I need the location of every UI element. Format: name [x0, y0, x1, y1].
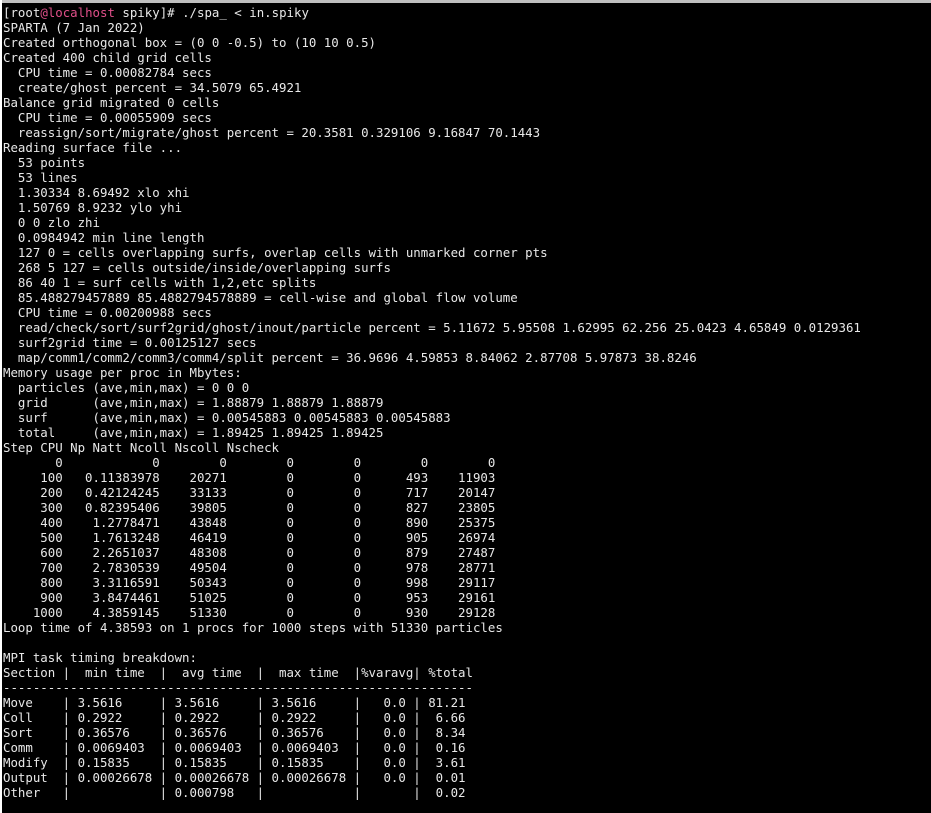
output-line: 900 3.8474461 51025 0 0 953 29161: [3, 590, 496, 605]
prompt-host: localhost: [47, 5, 115, 20]
output-line: total (ave,min,max) = 1.89425 1.89425 1.…: [3, 425, 384, 440]
output-line: surf2grid time = 0.00125127 secs: [3, 335, 257, 350]
output-line: 100 0.11383978 20271 0 0 493 11903: [3, 470, 496, 485]
output-line: CPU time = 0.00200988 secs: [3, 305, 212, 320]
output-line: 0 0 zlo zhi: [3, 215, 100, 230]
output-line: 1000 4.3859145 51330 0 0 930 29128: [3, 605, 496, 620]
output-line: CPU time = 0.00055909 secs: [3, 110, 212, 125]
output-line: Memory usage per proc in Mbytes:: [3, 365, 242, 380]
output-line: reassign/sort/migrate/ghost percent = 20…: [3, 125, 541, 140]
output-line: ----------------------------------------…: [3, 680, 473, 695]
output-line: 300 0.82395406 39805 0 0 827 23805: [3, 500, 496, 515]
output-line: SPARTA (7 Jan 2022): [3, 20, 145, 35]
shell-prompt: [root@localhost spiky]# ./spa_ < in.spik…: [3, 5, 309, 20]
output-line: Created 400 child grid cells: [3, 50, 212, 65]
terminal-output: SPARTA (7 Jan 2022) Created orthogonal bo…: [3, 20, 931, 800]
output-line: 268 5 127 = cells outside/inside/overlap…: [3, 260, 391, 275]
output-line: grid (ave,min,max) = 1.88879 1.88879 1.8…: [3, 395, 384, 410]
output-line: create/ghost percent = 34.5079 65.4921: [3, 80, 302, 95]
output-line: 53 lines: [3, 170, 78, 185]
output-line: Output | 0.00026678 | 0.00026678 | 0.000…: [3, 770, 466, 785]
output-line: Balance grid migrated 0 cells: [3, 95, 220, 110]
output-line: MPI task timing breakdown:: [3, 650, 197, 665]
output-line: 200 0.42124245 33133 0 0 717 20147: [3, 485, 496, 500]
output-line: 1.50769 8.9232 ylo yhi: [3, 200, 183, 215]
output-line: 800 3.3116591 50343 0 0 998 29117: [3, 575, 496, 590]
output-line: Sort | 0.36576 | 0.36576 | 0.36576 | 0.0…: [3, 725, 466, 740]
prompt-user: root: [10, 5, 41, 20]
output-line: Loop time of 4.38593 on 1 procs for 1000…: [3, 620, 503, 635]
output-line: 0 0 0 0 0 0 0: [3, 455, 496, 470]
output-line: Section | min time | avg time | max time…: [3, 665, 473, 680]
output-line: particles (ave,min,max) = 0 0 0: [3, 380, 250, 395]
prompt-at: @: [40, 5, 48, 20]
output-line: 86 40 1 = surf cells with 1,2,etc splits: [3, 275, 317, 290]
output-line: Modify | 0.15835 | 0.15835 | 0.15835 | 0…: [3, 755, 466, 770]
output-line: 53 points: [3, 155, 86, 170]
output-line: 85.488279457889 85.4882794578889 = cell-…: [3, 290, 518, 305]
output-line: 700 2.7830539 49504 0 0 978 28771: [3, 560, 496, 575]
output-line: Other | | 0.000798 | | | 0.02: [3, 785, 466, 800]
output-line: 127 0 = cells overlapping surfs, overlap…: [3, 245, 548, 260]
output-line: Created orthogonal box = (0 0 -0.5) to (…: [3, 35, 376, 50]
prompt-cwd: spiky: [122, 5, 160, 20]
output-line: 400 1.2778471 43848 0 0 890 25375: [3, 515, 496, 530]
output-line: 1.30334 8.69492 xlo xhi: [3, 185, 190, 200]
output-line: 0.0984942 min line length: [3, 230, 205, 245]
output-line: 600 2.2651037 48308 0 0 879 27487: [3, 545, 496, 560]
output-line: Reading surface file ...: [3, 140, 183, 155]
output-line: surf (ave,min,max) = 0.00545883 0.005458…: [3, 410, 451, 425]
output-line: Coll | 0.2922 | 0.2922 | 0.2922 | 0.0 | …: [3, 710, 466, 725]
terminal-window[interactable]: [root@localhost spiky]# ./spa_ < in.spik…: [2, 0, 931, 813]
output-line: 500 1.7613248 46419 0 0 905 26974: [3, 530, 496, 545]
output-line: Step CPU Np Natt Ncoll Nscoll Nscheck: [3, 440, 280, 455]
prompt-command: ./spa_ < in.spiky: [182, 5, 309, 20]
output-line: map/comm1/comm2/comm3/comm4/split percen…: [3, 350, 697, 365]
output-line: Move | 3.5616 | 3.5616 | 3.5616 | 0.0 | …: [3, 695, 466, 710]
output-line: read/check/sort/surf2grid/ghost/inout/pa…: [3, 320, 861, 335]
output-line: CPU time = 0.00082784 secs: [3, 65, 212, 80]
output-line: Comm | 0.0069403 | 0.0069403 | 0.0069403…: [3, 740, 466, 755]
